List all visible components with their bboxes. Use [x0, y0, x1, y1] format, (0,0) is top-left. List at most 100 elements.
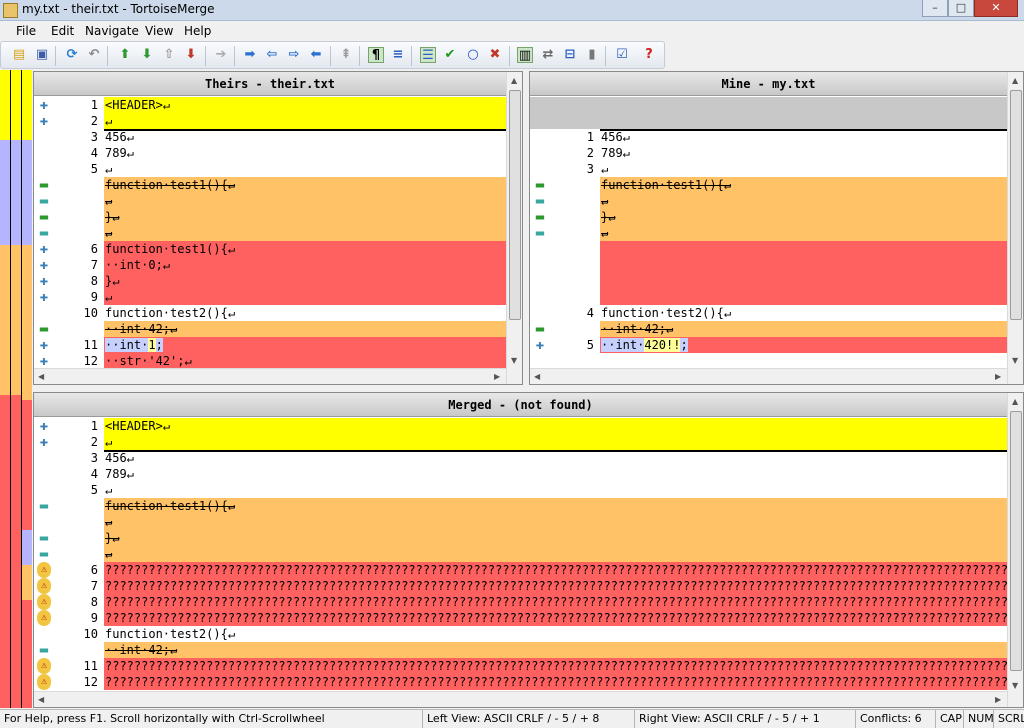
- merged-line[interactable]: 10 function·test2(){↵: [34, 626, 1007, 642]
- patch-icon[interactable]: ☑: [614, 47, 630, 63]
- undo-icon[interactable]: ↶: [86, 47, 102, 63]
- whitespace-icon[interactable]: ¶: [368, 47, 384, 63]
- mine-line[interactable]: ▬ function·test1(){↵: [530, 177, 1007, 193]
- switch-icon[interactable]: ⇄: [540, 47, 556, 63]
- reload-icon[interactable]: ⟳: [64, 47, 80, 63]
- menu-edit[interactable]: Edit: [51, 24, 74, 38]
- theirs-line[interactable]: 4 789↵: [34, 145, 506, 161]
- merged-line[interactable]: ▬}↵: [34, 530, 1007, 546]
- mine-line[interactable]: [530, 289, 1007, 305]
- theirs-line[interactable]: 10 function·test2(){↵: [34, 305, 506, 321]
- mine-line[interactable]: 3 ↵: [530, 161, 1007, 177]
- menu-help[interactable]: Help: [184, 24, 211, 38]
- first-diff-icon[interactable]: ➡: [242, 47, 258, 63]
- conflict-icon: ⚠: [37, 578, 51, 594]
- merged-hscrollbar[interactable]: ◀ ▶: [34, 691, 1007, 707]
- theirs-vscrollbar[interactable]: ▲ ▼: [506, 72, 522, 384]
- mine-vscrollbar[interactable]: ▲ ▼: [1007, 72, 1023, 384]
- mine-line[interactable]: [530, 113, 1007, 129]
- theirs-line[interactable]: ▬}↵: [34, 209, 506, 225]
- line-diff-icon[interactable]: ☰: [420, 47, 436, 63]
- mine-line[interactable]: 1 456↵: [530, 129, 1007, 145]
- merged-line[interactable]: ⚠ 12?????????????????????????????????????…: [34, 674, 1007, 690]
- theirs-line[interactable]: ✚ 1 <HEADER>↵: [34, 97, 506, 113]
- close-button[interactable]: ✕: [974, 0, 1018, 17]
- location-bar[interactable]: [0, 70, 32, 708]
- collapse-icon[interactable]: ⊟: [562, 47, 578, 63]
- mine-line[interactable]: ▬ ↵: [530, 225, 1007, 241]
- merged-line[interactable]: ✚ 1 <HEADER>↵: [34, 418, 1007, 434]
- maximize-button[interactable]: □: [948, 0, 974, 17]
- merged-line[interactable]: 3 456↵: [34, 450, 1007, 466]
- next-conflict-icon[interactable]: ⬇: [183, 47, 199, 63]
- theirs-line[interactable]: ✚ 7 ··int·0;↵: [34, 257, 506, 273]
- merged-line[interactable]: ⚠ 11?????????????????????????????????????…: [34, 658, 1007, 674]
- theirs-line[interactable]: ✚ 12 ··str·'42';↵: [34, 353, 506, 369]
- mark-resolved-icon[interactable]: ✔: [442, 47, 458, 63]
- merged-line[interactable]: 5 ↵: [34, 482, 1007, 498]
- prev-diff-icon[interactable]: ⬇: [139, 47, 155, 63]
- menu-file[interactable]: File: [16, 24, 36, 38]
- wrap-icon[interactable]: ⇞: [338, 47, 354, 63]
- use-both-icon[interactable]: ○: [465, 47, 481, 63]
- merged-pane[interactable]: Merged - (not found) ✚ 1 <HEADER>↵ ✚ 2 ↵ 3 456↵…: [33, 392, 1024, 708]
- mine-line[interactable]: ▬ ↵: [530, 193, 1007, 209]
- one-pane-icon[interactable]: ▥: [517, 47, 533, 63]
- minimize-button[interactable]: –: [922, 0, 948, 17]
- theirs-line[interactable]: ▬ ··int·42;↵: [34, 321, 506, 337]
- scroll-icon[interactable]: ▮: [584, 47, 600, 63]
- inline-diff-icon[interactable]: ≡: [390, 47, 406, 63]
- theirs-line[interactable]: ✚ 11 ··int·1;: [34, 337, 506, 353]
- merged-line[interactable]: ▬ ↵: [34, 546, 1007, 562]
- merged-line[interactable]: 4 789↵: [34, 466, 1007, 482]
- prev-conflict-icon[interactable]: ⇧: [161, 47, 177, 63]
- back-icon[interactable]: ⇦: [264, 47, 280, 63]
- theirs-line[interactable]: 5 ↵: [34, 161, 506, 177]
- merged-line[interactable]: ▬ function·test1(){↵: [34, 498, 1007, 514]
- mine-line[interactable]: [530, 273, 1007, 289]
- moved-line-icon: ▬: [39, 209, 49, 225]
- theirs-line[interactable]: ▬ ↵: [34, 225, 506, 241]
- mine-line[interactable]: ✚ 5 ··int·420!!;: [530, 337, 1007, 353]
- mine-line[interactable]: [530, 97, 1007, 113]
- line-text: ··int·42;↵: [105, 322, 178, 336]
- merged-line[interactable]: ▬ ··int·42;↵: [34, 642, 1007, 658]
- theirs-line[interactable]: ▬ ↵: [34, 193, 506, 209]
- theirs-hscrollbar[interactable]: ◀ ▶: [34, 368, 506, 384]
- mine-pane[interactable]: Mine - my.txt 1 456↵ 2 789↵ 3 ↵ ▬ function·test…: [529, 71, 1024, 385]
- open-icon[interactable]: ▤: [11, 47, 27, 63]
- help-icon[interactable]: ?: [641, 47, 657, 63]
- mine-line[interactable]: 2 789↵: [530, 145, 1007, 161]
- menu-navigate[interactable]: Navigate: [85, 24, 139, 38]
- mine-hscrollbar[interactable]: ◀ ▶: [530, 368, 1007, 384]
- theirs-line[interactable]: ✚ 6 function·test1(){↵: [34, 241, 506, 257]
- merged-line[interactable]: ⚠ 7??????????????????????????????????????…: [34, 578, 1007, 594]
- merged-vscrollbar[interactable]: ▲ ▼: [1007, 393, 1023, 707]
- merged-line[interactable]: ⚠ 8??????????????????????????????????????…: [34, 594, 1007, 610]
- theirs-pane[interactable]: Theirs - their.txt ✚ 1 <HEADER>↵ ✚ 2 ↵ 3 456↵ 4 7…: [33, 71, 523, 385]
- theirs-line[interactable]: ✚ 8}↵: [34, 273, 506, 289]
- removed-line-icon: ▬: [39, 225, 49, 241]
- mine-line[interactable]: 4 function·test2(){↵: [530, 305, 1007, 321]
- mine-line[interactable]: [530, 257, 1007, 273]
- last-diff-icon[interactable]: ⬅: [308, 47, 324, 63]
- discard-icon[interactable]: ✖: [487, 47, 503, 63]
- theirs-line[interactable]: ✚ 2 ↵: [34, 113, 506, 129]
- merged-line[interactable]: ⚠ 6??????????????????????????????????????…: [34, 562, 1007, 578]
- mine-line[interactable]: ▬ ··int·42;↵: [530, 321, 1007, 337]
- removed-line-icon: ▬: [535, 193, 545, 209]
- theirs-line[interactable]: 3 456↵: [34, 129, 506, 145]
- mine-line[interactable]: ▬}↵: [530, 209, 1007, 225]
- added-line-icon: ✚: [39, 273, 49, 289]
- merged-line[interactable]: ⚠ 9??????????????????????????????????????…: [34, 610, 1007, 626]
- theirs-line[interactable]: ▬ function·test1(){↵: [34, 177, 506, 193]
- menu-view[interactable]: View: [145, 24, 173, 38]
- mine-line[interactable]: [530, 241, 1007, 257]
- merged-line[interactable]: ↵: [34, 514, 1007, 530]
- next-diff-icon[interactable]: ⬆: [117, 47, 133, 63]
- merged-line[interactable]: ✚ 2 ↵: [34, 434, 1007, 450]
- forward-icon[interactable]: ⇨: [286, 47, 302, 63]
- save-icon[interactable]: ▣: [34, 47, 50, 63]
- next-inline-icon[interactable]: ➔: [213, 47, 229, 63]
- theirs-line[interactable]: ✚ 9 ↵: [34, 289, 506, 305]
